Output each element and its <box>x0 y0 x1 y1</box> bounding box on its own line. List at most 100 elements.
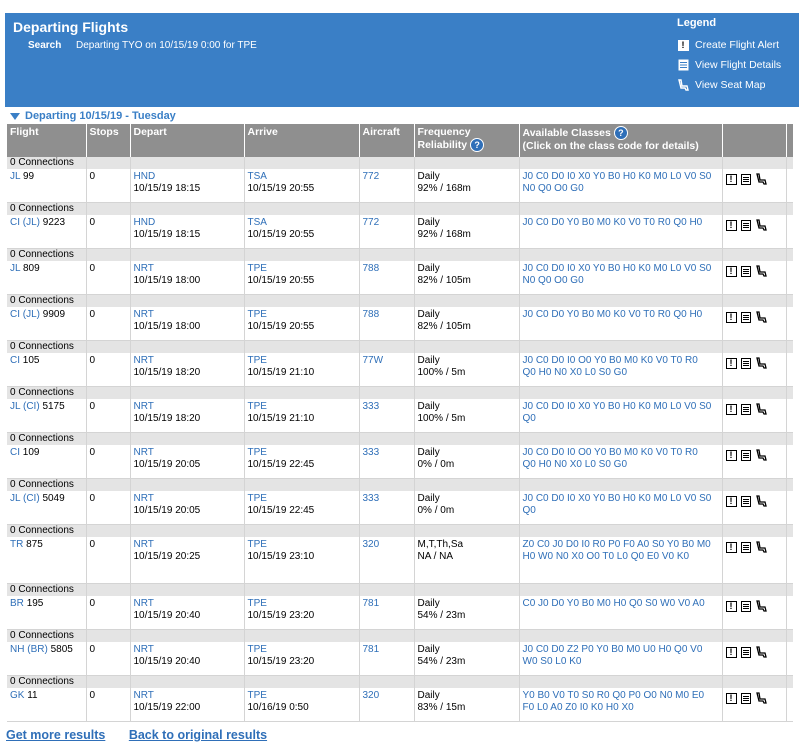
depart-airport-link[interactable]: HND <box>134 217 156 228</box>
depart-airport-link[interactable]: NRT <box>134 355 154 366</box>
alert-icon[interactable]: ! <box>725 601 737 612</box>
classes-line-2[interactable]: Q0 <box>523 413 536 424</box>
carrier-link[interactable]: NH <box>10 644 24 655</box>
carrier-link[interactable]: TR <box>10 539 23 550</box>
classes-line-2[interactable]: Q0 H0 N0 X0 L0 S0 G0 <box>523 367 628 378</box>
col-depart[interactable]: Depart <box>130 124 245 157</box>
depart-airport-link[interactable]: NRT <box>134 263 154 274</box>
alert-icon[interactable]: ! <box>725 693 737 704</box>
arrive-airport-link[interactable]: TPE <box>248 598 267 609</box>
details-icon[interactable] <box>740 601 751 612</box>
aircraft-link[interactable]: 77W <box>363 355 384 366</box>
aircraft-link[interactable]: 781 <box>363 644 380 655</box>
carrier-link[interactable]: CI <box>10 309 20 320</box>
seat-icon[interactable] <box>755 357 767 370</box>
details-icon[interactable] <box>740 220 751 231</box>
depart-airport-link[interactable]: NRT <box>134 539 154 550</box>
operating-carrier-link[interactable]: (JL) <box>23 309 40 320</box>
alert-icon[interactable]: ! <box>725 358 737 369</box>
aircraft-link[interactable]: 333 <box>363 493 380 504</box>
arrive-airport-link[interactable]: TPE <box>248 355 267 366</box>
classes-line-1[interactable]: J0 C0 D0 I0 X0 Y0 B0 H0 K0 M0 L0 V0 S0 <box>523 263 712 274</box>
details-icon[interactable] <box>740 693 751 704</box>
classes-line-1[interactable]: J0 C0 D0 Y0 B0 M0 K0 V0 T0 R0 Q0 H0 <box>523 217 703 228</box>
classes-line-1[interactable]: J0 C0 D0 I0 X0 Y0 B0 H0 K0 M0 L0 V0 S0 <box>523 171 712 182</box>
seat-icon[interactable] <box>755 403 767 416</box>
arrive-airport-link[interactable]: TPE <box>248 447 267 458</box>
details-icon[interactable] <box>740 404 751 415</box>
arrive-airport-link[interactable]: TPE <box>248 644 267 655</box>
details-icon[interactable] <box>740 174 751 185</box>
carrier-link[interactable]: GK <box>10 690 24 701</box>
seat-icon[interactable] <box>755 449 767 462</box>
depart-airport-link[interactable]: NRT <box>134 401 154 412</box>
details-icon[interactable] <box>740 358 751 369</box>
alert-icon[interactable]: ! <box>725 404 737 415</box>
depart-airport-link[interactable]: NRT <box>134 598 154 609</box>
seat-icon[interactable] <box>755 173 767 186</box>
operating-carrier-link[interactable]: (BR) <box>27 644 48 655</box>
aircraft-link[interactable]: 772 <box>363 171 380 182</box>
classes-line-1[interactable]: C0 J0 D0 Y0 B0 M0 H0 Q0 S0 W0 V0 A0 <box>523 598 705 609</box>
arrive-airport-link[interactable]: TPE <box>248 493 267 504</box>
aircraft-link[interactable]: 788 <box>363 309 380 320</box>
seat-icon[interactable] <box>755 219 767 232</box>
alert-icon[interactable]: ! <box>725 266 737 277</box>
depart-airport-link[interactable]: HND <box>134 171 156 182</box>
arrive-airport-link[interactable]: TPE <box>248 309 267 320</box>
classes-line-2[interactable]: Q0 H0 N0 X0 L0 S0 G0 <box>523 459 628 470</box>
details-icon[interactable] <box>740 266 751 277</box>
depart-airport-link[interactable]: NRT <box>134 309 154 320</box>
classes-line-1[interactable]: J0 C0 D0 I0 O0 Y0 B0 M0 K0 V0 T0 R0 <box>523 447 698 458</box>
seat-icon[interactable] <box>755 495 767 508</box>
collapse-triangle-icon[interactable] <box>10 112 20 120</box>
carrier-link[interactable]: JL <box>10 493 20 504</box>
carrier-link[interactable]: BR <box>10 598 24 609</box>
col-stops[interactable]: Stops <box>86 124 131 157</box>
carrier-link[interactable]: JL <box>10 401 20 412</box>
aircraft-link[interactable]: 788 <box>363 263 380 274</box>
aircraft-link[interactable]: 333 <box>363 447 380 458</box>
alert-icon[interactable]: ! <box>725 450 737 461</box>
classes-line-1[interactable]: J0 C0 D0 I0 X0 Y0 B0 H0 K0 M0 L0 V0 S0 <box>523 401 712 412</box>
operating-carrier-link[interactable]: (JL) <box>23 217 40 228</box>
arrive-airport-link[interactable]: TPE <box>248 539 267 550</box>
classes-line-2[interactable]: N0 Q0 O0 G0 <box>523 275 584 286</box>
depart-airport-link[interactable]: NRT <box>134 447 154 458</box>
alert-icon[interactable]: ! <box>725 542 737 553</box>
classes-line-1[interactable]: J0 C0 D0 Z2 P0 Y0 B0 M0 U0 H0 Q0 V0 <box>523 644 703 655</box>
carrier-link[interactable]: JL <box>10 171 20 182</box>
alert-icon[interactable]: ! <box>725 220 737 231</box>
classes-line-2[interactable]: W0 S0 L0 K0 <box>523 656 582 667</box>
departure-date-toggle[interactable]: Departing 10/15/19 - Tuesday <box>10 110 176 122</box>
seat-icon[interactable] <box>755 692 767 705</box>
get-more-results-link[interactable]: Get more results <box>6 728 105 742</box>
col-arrive[interactable]: Arrive <box>244 124 360 157</box>
back-to-original-link[interactable]: Back to original results <box>129 728 267 742</box>
aircraft-link[interactable]: 320 <box>363 539 380 550</box>
seat-icon[interactable] <box>755 265 767 278</box>
arrive-airport-link[interactable]: TPE <box>248 401 267 412</box>
seat-icon[interactable] <box>755 600 767 613</box>
classes-help-icon[interactable]: ? <box>613 126 628 140</box>
alert-icon[interactable]: ! <box>725 174 737 185</box>
seat-icon[interactable] <box>755 541 767 554</box>
classes-line-2[interactable]: N0 Q0 O0 G0 <box>523 183 584 194</box>
arrive-airport-link[interactable]: TPE <box>248 263 267 274</box>
depart-airport-link[interactable]: NRT <box>134 690 154 701</box>
alert-icon[interactable]: ! <box>725 647 737 658</box>
classes-line-2[interactable]: Q0 <box>523 505 536 516</box>
depart-airport-link[interactable]: NRT <box>134 644 154 655</box>
classes-line-2[interactable]: F0 L0 A0 Z0 I0 K0 H0 X0 <box>523 702 634 713</box>
seat-icon[interactable] <box>755 311 767 324</box>
aircraft-link[interactable]: 320 <box>363 690 380 701</box>
arrive-airport-link[interactable]: TSA <box>248 217 267 228</box>
details-icon[interactable] <box>740 450 751 461</box>
carrier-link[interactable]: CI <box>10 447 20 458</box>
depart-airport-link[interactable]: NRT <box>134 493 154 504</box>
arrive-airport-link[interactable]: TPE <box>248 690 267 701</box>
classes-line-1[interactable]: Y0 B0 V0 T0 S0 R0 Q0 P0 O0 N0 M0 E0 <box>523 690 705 701</box>
operating-carrier-link[interactable]: (CI) <box>23 493 40 504</box>
alert-icon[interactable]: ! <box>725 496 737 507</box>
details-icon[interactable] <box>740 496 751 507</box>
